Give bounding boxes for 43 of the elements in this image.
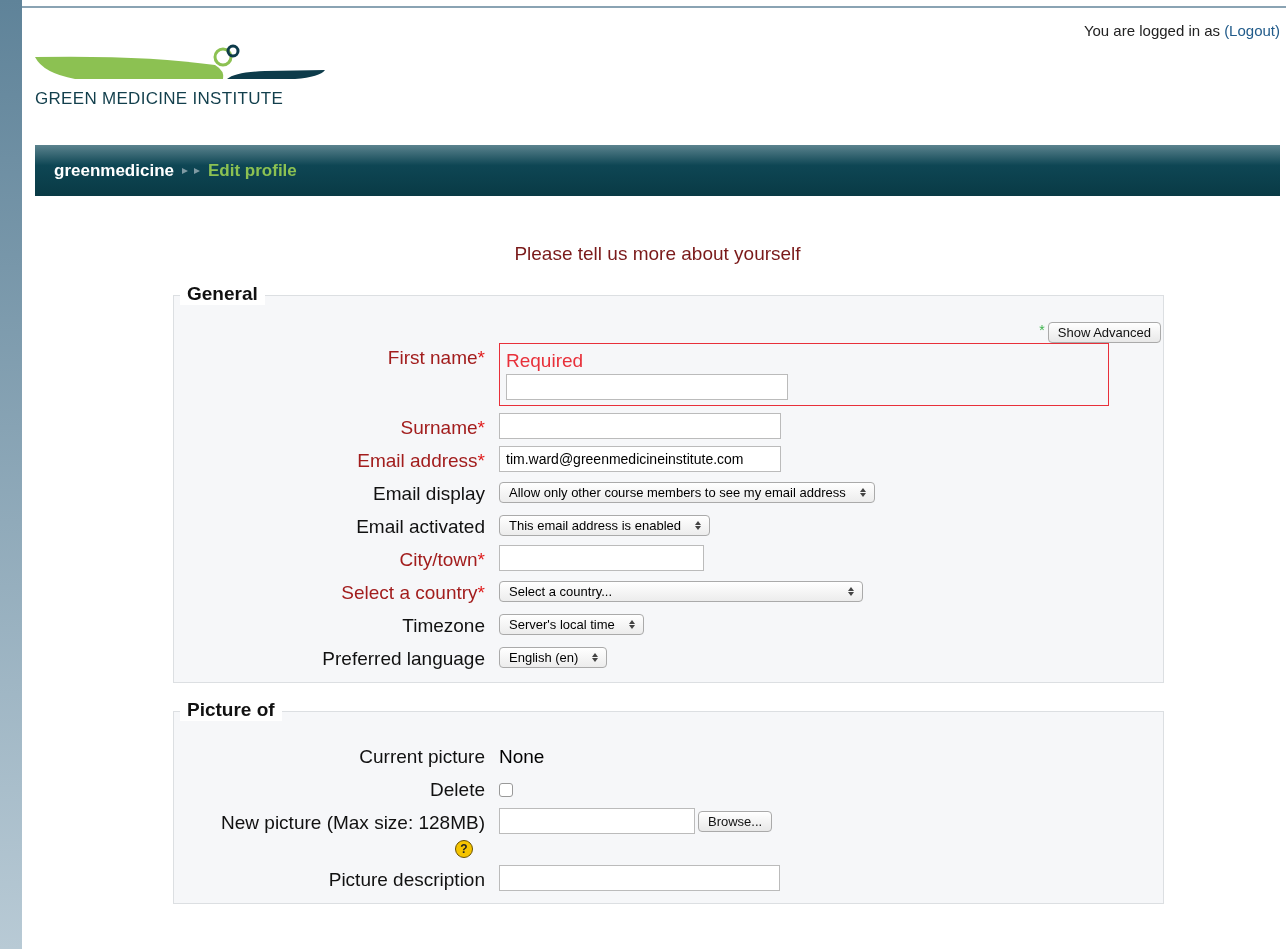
file-path-field[interactable] [499,808,695,834]
dropdown[interactable]: Select a country... [499,581,863,602]
field-label: Current picture [358,745,485,768]
page-heading: Please tell us more about yourself [513,243,802,265]
updown-arrows-icon [695,521,701,530]
login-status-text: You are logged in as [1083,22,1221,39]
field-label: City/town* [398,548,485,571]
updown-arrows-icon [859,488,866,497]
text-field[interactable] [499,545,704,571]
dropdown[interactable]: English (en) [499,647,608,668]
field-label: Email display [372,482,485,505]
field-label: Preferred language [321,647,485,670]
field-value: None [499,745,545,768]
field-label: New picture (Max size: 128MB) [220,811,485,834]
field-label: Select a country* [340,581,485,604]
dropdown[interactable]: Server's local time [499,614,644,635]
breadcrumb-link[interactable]: Edit profile [208,160,297,181]
text-field[interactable] [506,374,788,400]
field-label: Picture description [327,868,485,891]
help-icon[interactable]: ? [455,840,473,858]
dropdown[interactable]: Allow only other course members to see my email address [499,482,875,503]
updown-arrows-icon [592,653,599,662]
show-advanced-button[interactable]: Show Advanced [1047,322,1161,343]
field-label: Email address* [356,449,485,472]
field-label: Surname* [399,416,485,439]
text-field[interactable] [499,865,780,891]
updown-arrows-icon [848,587,854,596]
text-field[interactable] [499,413,781,439]
advanced-marker: * [1039,322,1045,338]
text-field[interactable]: tim.ward@greenmedicineinstitute.com [499,446,781,472]
logo-text: GREEN MEDICINE INSTITUTE [35,89,284,109]
field-label: First name* [386,346,485,369]
breadcrumb-link[interactable]: greenmedicine [54,160,174,181]
updown-arrows-icon [628,620,635,629]
logout-link[interactable]: (Logout) [1224,22,1280,39]
checkbox[interactable] [499,783,513,797]
error-message: Required [506,350,585,372]
field-label: Timezone [401,614,485,637]
dropdown[interactable]: This email address is enabled [499,515,710,536]
browse-button[interactable]: Browse... [698,810,773,832]
field-label: Delete [429,778,485,801]
field-label: Email activated [355,515,485,538]
separator-icon [180,166,202,175]
